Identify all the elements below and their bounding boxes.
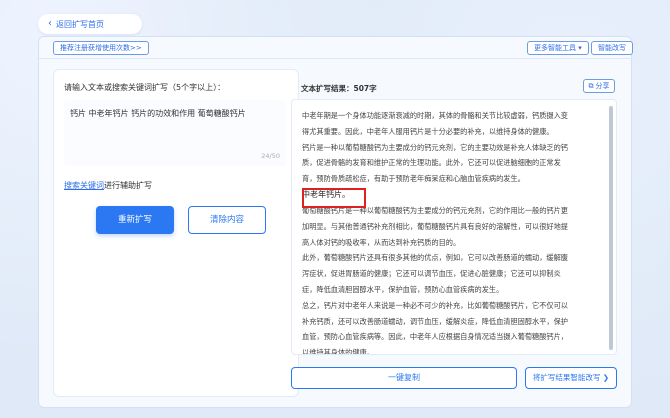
top-toolbar: 推荐注册获增使用次数>> 更多智能工具 ▾ 智能改写	[39, 37, 633, 59]
assist-line: 搜索关键词进行辅助扩写	[64, 180, 152, 191]
keyword-input-value: 钙片 中老年钙片 钙片的功效和作用 葡萄糖酸钙片	[70, 109, 246, 118]
result-line: 得尤其重要。因此，中老年人服用钙片是十分必要的补充，以维持身体的健康。	[302, 126, 554, 136]
char-count: 24/50	[261, 152, 280, 160]
result-line: 高人体对钙的吸收率，从而达到补充钙质的目的。	[302, 237, 461, 247]
result-line: 泻症状，促进胃肠道的健康；它还可以调节血压，促进心脏健康；它还可以抑制炎	[302, 269, 561, 279]
input-panel: 请输入文本或搜索关键词扩写（5个字以上）： 钙片 中老年钙片 钙片的功效和作用 …	[53, 69, 299, 397]
result-content: 中老年期是一个身体功能逐渐衰减的时期，其体的骨骼和关节比较虚弱，钙质摄入变 得尤…	[302, 108, 604, 355]
result-line: 补充钙质，还可以改善肠道蠕动，调节血压，缓解炎症，降低血清胆固醇水平，保护	[302, 316, 568, 326]
search-keyword-link[interactable]: 搜索关键词	[64, 181, 104, 190]
chevron-left-icon: ‹	[48, 18, 52, 29]
register-tip-link[interactable]: 推荐注册获增使用次数>>	[53, 41, 149, 55]
main-card: 推荐注册获增使用次数>> 更多智能工具 ▾ 智能改写 请输入文本或搜索关键词扩写…	[38, 36, 633, 408]
highlight-annotation-box	[302, 188, 366, 208]
share-button[interactable]: ⧉ 分享	[583, 79, 615, 93]
result-line: 症，降低血清胆固醇水平，保护血管，预防心血管疾病的发生。	[302, 284, 504, 294]
result-line: 中老年期是一个身体功能逐渐衰减的时期，其体的骨骼和关节比较虚弱，钙质摄入变	[302, 111, 568, 120]
scrollbar[interactable]	[609, 106, 613, 350]
share-icon: ⧉	[588, 82, 594, 90]
result-line: 钙片是一种以葡萄糖酸钙为主要成分的钙元充剂，它的主要功效是补充人体缺乏的钙	[302, 142, 568, 152]
scrollbar-thumb[interactable]	[609, 106, 613, 350]
back-label: 返回扩写首页	[56, 19, 104, 29]
result-title: 文本扩写结果：507字	[301, 84, 377, 93]
prompt-label: 请输入文本或搜索关键词扩写（5个字以上）：	[64, 83, 226, 92]
result-line: 血管，预防心血管疾病等。因此，中老年人应根据自身情况适当摄入葡萄糖酸钙片，	[302, 332, 568, 342]
result-line: 加明显。与其他普通钙补充剂相比，葡萄糖酸钙片具有良好的溶解性，可以很好地提	[302, 221, 568, 231]
keyword-input[interactable]: 钙片 中老年钙片 钙片的功效和作用 葡萄糖酸钙片 24/50	[64, 100, 286, 166]
result-line: 此外，葡萄糖酸钙片还具有很多其他的优点，例如，它可以改善肠道的蠕动，缓解腹	[302, 253, 568, 263]
result-line: 以维持其身体的健康。	[302, 348, 374, 355]
result-panel: 文本扩写结果：507字 ⧉ 分享 中老年期是一个身体功能逐渐衰减的时期，其体的骨骼…	[291, 69, 627, 403]
re-expand-button[interactable]: 重新扩写	[96, 206, 174, 234]
clear-content-button[interactable]: 清除内容	[188, 206, 266, 234]
rewrite-result-button[interactable]: 将扩写结果智能改写 ❯	[525, 367, 617, 389]
assist-suffix: 进行辅助扩写	[104, 181, 152, 190]
result-textarea[interactable]: 中老年期是一个身体功能逐渐衰减的时期，其体的骨骼和关节比较虚弱，钙质摄入变 得尤…	[291, 99, 617, 355]
more-tools-dropdown[interactable]: 更多智能工具 ▾	[527, 41, 589, 55]
share-label: 分享	[595, 82, 610, 90]
result-line: 总之，钙片对中老年人来说是一种必不可少的补充，比如葡萄糖酸钙片，它不仅可以	[302, 300, 568, 310]
result-line: 育，预防骨质疏松症，有助于预防老年痴呆症和心脑血管疾病的发生。	[302, 174, 525, 184]
copy-all-button[interactable]: 一键复制	[291, 367, 517, 389]
back-to-home-button[interactable]: ‹ 返回扩写首页	[38, 14, 142, 34]
result-line: 质，促进骨骼的发育和维护正常的生理功能。此外，它还可以促进脑细胞的正常发	[302, 158, 561, 168]
smart-rewrite-button[interactable]: 智能改写	[591, 41, 633, 55]
